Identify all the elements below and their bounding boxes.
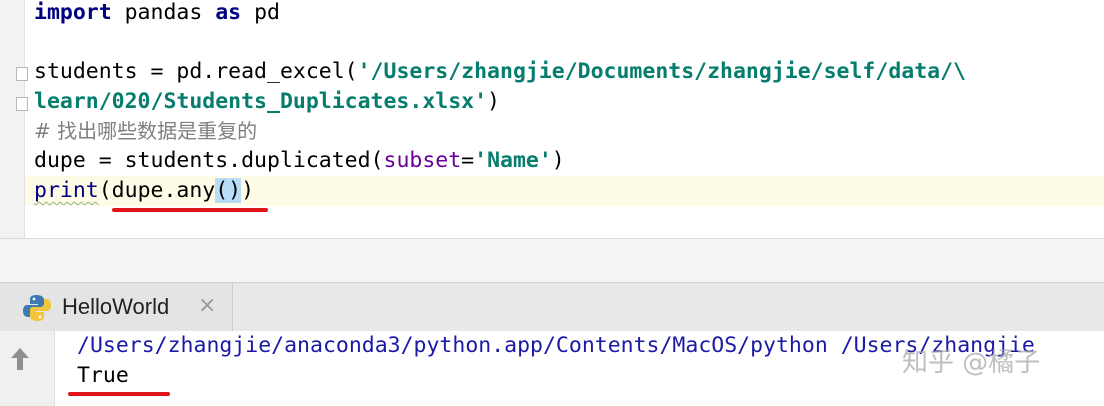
arrow-up-icon[interactable] (8, 345, 32, 373)
console-line-result: True (77, 363, 129, 388)
code-text: = (461, 148, 475, 173)
code-line-duplicated: dupe = students.duplicated(subset='Name'… (34, 146, 565, 176)
code-text: students = pd.read_excel( (34, 59, 358, 84)
code-text: pd (241, 0, 280, 25)
panel-divider[interactable] (0, 238, 1104, 283)
annotation-underline (112, 208, 268, 212)
code-text: ) (551, 148, 565, 173)
annotation-underline (68, 392, 170, 396)
code-text: (dupe.any (98, 178, 216, 203)
editor-gutter (0, 0, 25, 238)
keyword-as: as (215, 0, 242, 25)
code-line-import: import pandas as pd (34, 0, 280, 28)
builtin-print: print (34, 178, 99, 203)
fold-marker-icon[interactable] (16, 67, 28, 81)
code-line-comment: # 找出哪些数据是重复的 (34, 116, 257, 146)
close-icon[interactable]: × (198, 293, 216, 318)
code-text: ) (241, 178, 255, 203)
python-icon (23, 295, 51, 321)
tab-helloworld[interactable]: HelloWorld × (0, 283, 233, 331)
code-line-print: print(dupe.any()) (34, 176, 254, 206)
console-line-command: /Users/zhangjie/anaconda3/python.app/Con… (77, 333, 1035, 358)
tab-title: HelloWorld (62, 294, 170, 319)
keyword-import: import (34, 0, 112, 25)
code-text: pandas (111, 0, 216, 25)
code-line-read-excel: students = pd.read_excel('/Users/zhangji… (34, 57, 966, 87)
code-text: dupe = students.duplicated( (34, 148, 384, 173)
comment-text: # 找出哪些数据是重复的 (34, 119, 258, 143)
console-gutter (0, 331, 55, 406)
matched-paren-highlight: () (215, 178, 242, 203)
string-literal: '/Users/zhangjie/Documents/zhangjie/self… (357, 59, 966, 84)
param-name: subset (383, 148, 462, 173)
string-literal: 'Name' (474, 148, 552, 173)
code-editor[interactable]: import pandas as pd students = pd.read_e… (0, 0, 1104, 238)
fold-marker-icon[interactable] (16, 97, 28, 111)
code-text: ) (487, 89, 500, 114)
code-line-path-continuation: learn/020/Students_Duplicates.xlsx') (34, 87, 500, 117)
string-literal: learn/020/Students_Duplicates.xlsx' (34, 89, 488, 114)
run-tab-bar: HelloWorld × (0, 282, 1104, 332)
watermark-text: 知乎 @橘子 (902, 348, 1041, 378)
